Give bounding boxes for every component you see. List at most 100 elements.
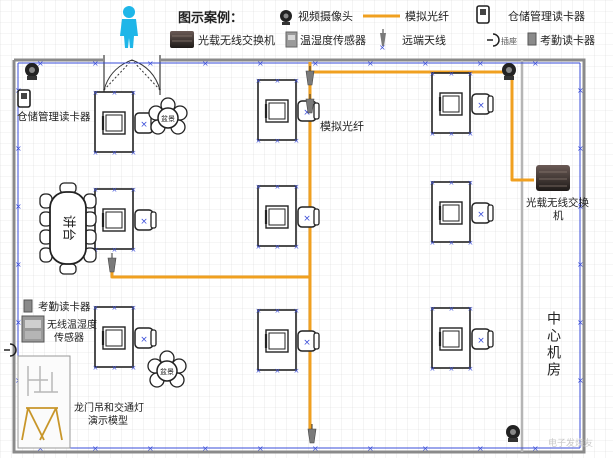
svg-text:×: ×: [256, 137, 262, 145]
legend-antenna-label: 远端天线: [402, 33, 446, 47]
svg-text:×: ×: [367, 444, 374, 453]
svg-text:×: ×: [468, 130, 474, 138]
svg-text:×: ×: [93, 364, 99, 372]
chair: ×: [134, 327, 157, 349]
gantry-label-line2: 演示模型: [88, 414, 128, 427]
svg-text:×: ×: [449, 130, 455, 138]
svg-text:×: ×: [112, 304, 118, 312]
svg-text:×: ×: [257, 444, 264, 453]
svg-text:×: ×: [294, 137, 300, 145]
svg-text:×: ×: [294, 367, 300, 375]
svg-text:×: ×: [202, 444, 209, 453]
plant-label-bottom: 盆景: [160, 367, 174, 376]
svg-text:×: ×: [112, 149, 118, 157]
svg-text:×: ×: [532, 444, 539, 453]
svg-text:×: ×: [449, 179, 455, 187]
svg-text:×: ×: [430, 70, 436, 78]
legend-fiber-label: 模拟光纤: [405, 9, 449, 23]
svg-text:×: ×: [577, 144, 584, 153]
legend-sensor-icon: [285, 31, 298, 48]
svg-text:×: ×: [256, 183, 262, 191]
svg-text:×: ×: [303, 338, 311, 348]
chair: ×: [471, 202, 494, 224]
gantry-label-line1: 龙门吊和交通灯: [74, 401, 144, 414]
svg-text:×: ×: [577, 376, 584, 385]
camera-icon: [502, 63, 516, 80]
legend-socket-label: 插座: [501, 36, 517, 46]
svg-text:×: ×: [275, 243, 281, 251]
svg-text:×: ×: [468, 179, 474, 187]
svg-text:×: ×: [477, 59, 484, 68]
svg-text:×: ×: [430, 179, 436, 187]
svg-text:×: ×: [294, 307, 300, 315]
svg-text:×: ×: [112, 186, 118, 194]
svg-text:×: ×: [93, 304, 99, 312]
svg-text:×: ×: [131, 149, 137, 157]
svg-text:×: ×: [92, 59, 99, 68]
svg-text:×: ×: [532, 59, 539, 68]
svg-text:×: ×: [15, 260, 22, 269]
svg-text:×: ×: [449, 239, 455, 247]
legend-attendance-reader-label: 考勤读卡器: [540, 33, 595, 47]
switch-label-line1: 光载无线交换: [526, 196, 589, 209]
legend-warehouse-reader-icon: [476, 5, 490, 24]
svg-text:×: ×: [202, 59, 209, 68]
svg-text:×: ×: [430, 305, 436, 313]
attendance-reader-label: 考勤读卡器: [38, 300, 91, 313]
legend-title: 图示案例：: [178, 10, 243, 26]
svg-text:×: ×: [131, 364, 137, 372]
svg-text:×: ×: [140, 217, 148, 227]
svg-text:×: ×: [468, 365, 474, 373]
svg-text:×: ×: [147, 59, 154, 68]
svg-text:×: ×: [477, 101, 485, 111]
camera-icon: [506, 425, 520, 442]
svg-text:×: ×: [93, 149, 99, 157]
svg-text:×: ×: [367, 59, 374, 68]
legend-switch-icon: [170, 31, 194, 48]
svg-text:×: ×: [256, 243, 262, 251]
svg-text:×: ×: [140, 335, 148, 345]
svg-text:×: ×: [294, 243, 300, 251]
watermark: 电子发烧友: [548, 437, 593, 449]
svg-text:×: ×: [257, 59, 264, 68]
svg-text:×: ×: [430, 130, 436, 138]
svg-text:×: ×: [131, 89, 137, 97]
svg-text:×: ×: [93, 186, 99, 194]
podium-label: 讲台: [61, 215, 76, 241]
sensor-label-line1: 无线温湿度: [47, 318, 97, 331]
svg-text:×: ×: [422, 59, 429, 68]
svg-text:×: ×: [140, 120, 148, 130]
switch-label-line2: 机: [553, 209, 564, 222]
gantry-model: [17, 355, 71, 449]
svg-text:×: ×: [275, 367, 281, 375]
sensor-icon: [21, 315, 45, 343]
chair: ×: [471, 93, 494, 115]
svg-text:×: ×: [15, 318, 22, 327]
svg-text:×: ×: [131, 186, 137, 194]
switch-icon: [536, 165, 570, 191]
svg-text:×: ×: [131, 304, 137, 312]
attendance-reader-icon: [23, 299, 33, 313]
svg-text:×: ×: [422, 444, 429, 453]
svg-text:×: ×: [112, 89, 118, 97]
sensor-label-line2: 传感器: [54, 331, 84, 344]
svg-text:×: ×: [477, 210, 485, 220]
svg-text:×: ×: [577, 86, 584, 95]
chair: ×: [297, 330, 320, 352]
svg-text:×: ×: [15, 144, 22, 153]
svg-text:×: ×: [275, 307, 281, 315]
svg-text:×: ×: [468, 70, 474, 78]
svg-text:×: ×: [449, 305, 455, 313]
svg-text:×: ×: [275, 77, 281, 85]
legend-warehouse-reader-label: 仓储管理读卡器: [508, 9, 585, 23]
svg-text:×: ×: [477, 444, 484, 453]
svg-text:×: ×: [430, 365, 436, 373]
svg-text:×: ×: [294, 77, 300, 85]
svg-text:×: ×: [15, 202, 22, 211]
svg-text:×: ×: [468, 305, 474, 313]
svg-text:×: ×: [449, 365, 455, 373]
legend-camera-label: 视频摄像头: [298, 9, 353, 23]
svg-text:×: ×: [312, 444, 319, 453]
warehouse-reader-icon: [17, 89, 31, 108]
svg-text:×: ×: [468, 239, 474, 247]
